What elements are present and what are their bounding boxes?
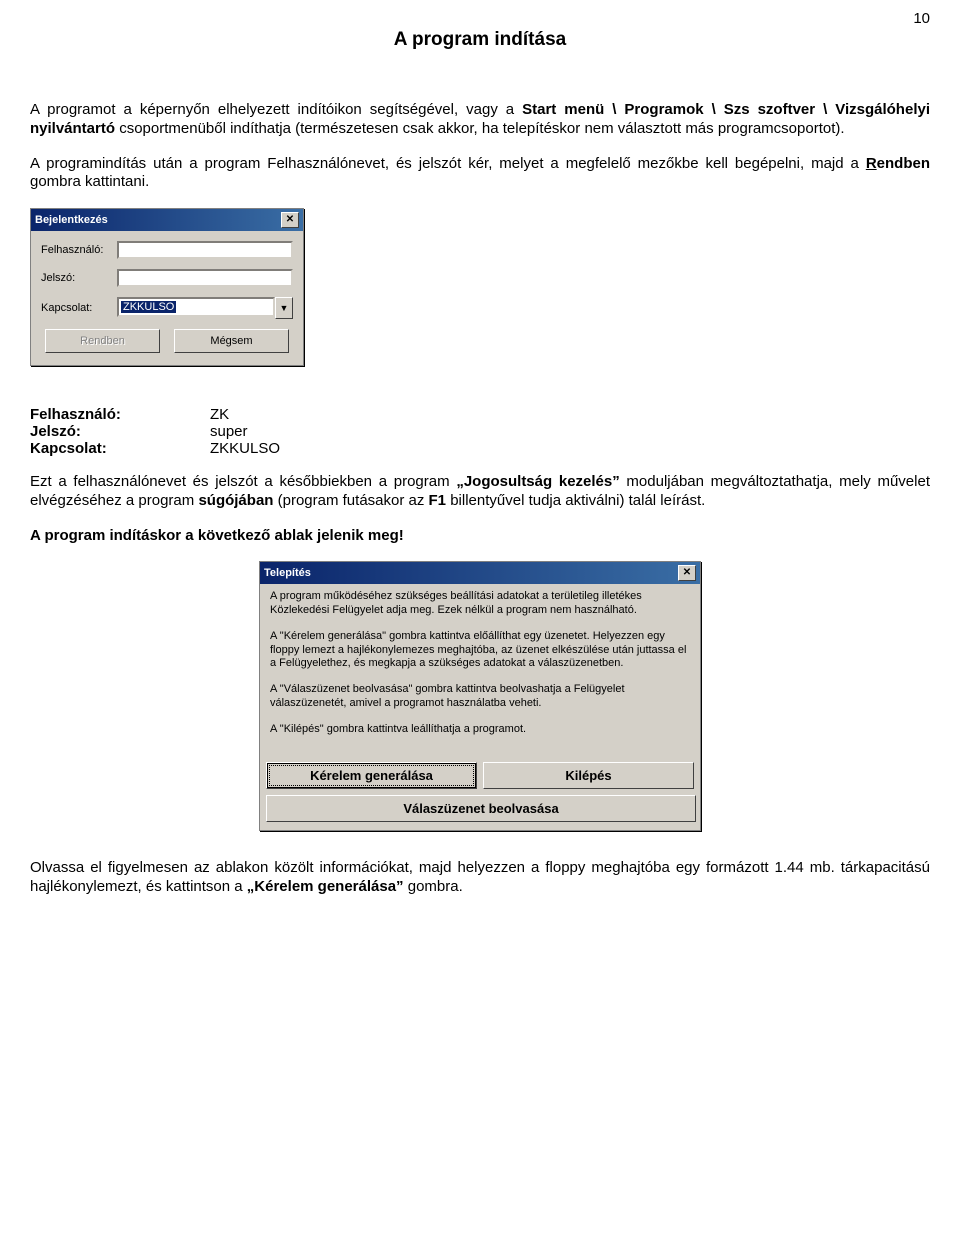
login-conn-label: Kapcsolat: — [41, 302, 117, 314]
login-pass-label: Jelszó: — [41, 272, 117, 284]
paragraph-2: A programindítás után a program Felhaszn… — [30, 155, 930, 193]
install-text-2: A "Kérelem generálása" gombra kattintva … — [270, 630, 690, 671]
text: gombra. — [404, 878, 463, 895]
close-icon[interactable]: ✕ — [281, 212, 299, 228]
text-bold: F1 — [429, 492, 447, 509]
install-text-3: A "Válaszüzenet beolvasása" gombra katti… — [270, 683, 690, 711]
text-bold: „Kérelem generálása” — [247, 878, 404, 895]
paragraph-closing: Olvassa el figyelmesen az ablakon közölt… — [30, 859, 930, 897]
generate-request-button[interactable]: Kérelem generálása — [266, 762, 477, 789]
text: A programindítás után a program Felhaszn… — [30, 155, 866, 172]
text-bold: „Jogosultság kezelés” — [456, 473, 619, 490]
text-bold: endben — [877, 155, 930, 172]
text: billentyűvel tudja aktiválni) talál leír… — [446, 492, 705, 509]
text-bold: R — [866, 155, 877, 172]
login-user-label: Felhasználó: — [41, 244, 117, 256]
text: (program futásakor az — [273, 492, 428, 509]
read-response-button[interactable]: Válaszüzenet beolvasása — [266, 795, 696, 822]
text: csoportmenüből indíthatja (természetesen… — [115, 120, 845, 137]
text: A programot a képernyőn elhelyezett indí… — [30, 101, 522, 118]
credentials-table: Felhasználó:ZK Jelszó:super Kapcsolat:ZK… — [30, 406, 930, 457]
install-dialog: Telepítés ✕ A program működéséhez szüksé… — [259, 561, 701, 831]
text: gombra kattintani. — [30, 173, 149, 190]
login-pass-input[interactable] — [117, 269, 293, 287]
ok-button[interactable]: Rendben — [45, 329, 160, 353]
page-number: 10 — [30, 10, 930, 27]
cred-user-value: ZK — [210, 406, 229, 423]
install-text-1: A program működéséhez szükséges beállítá… — [270, 590, 690, 618]
paragraph-3: Ezt a felhasználónevet és jelszót a késő… — [30, 473, 930, 511]
install-text-4: A "Kilépés" gombra kattintva leállíthatj… — [270, 723, 690, 737]
install-titlebar: Telepítés ✕ — [260, 562, 700, 584]
cred-pass-label: Jelszó: — [30, 423, 210, 440]
text-bold: súgójában — [198, 492, 273, 509]
login-user-input[interactable] — [117, 241, 293, 259]
login-dialog: Bejelentkezés ✕ Felhasználó: Jelszó: Kap… — [30, 208, 304, 366]
cred-conn-value: ZKKULSO — [210, 440, 280, 457]
chevron-down-icon[interactable]: ▼ — [275, 297, 293, 319]
login-title: Bejelentkezés — [35, 214, 108, 226]
close-icon[interactable]: ✕ — [678, 565, 696, 581]
paragraph-1: A programot a képernyőn elhelyezett indí… — [30, 101, 930, 139]
install-title: Telepítés — [264, 567, 311, 579]
page-title: A program indítása — [30, 29, 930, 51]
paragraph-4: A program indításkor a következő ablak j… — [30, 527, 930, 546]
cancel-button[interactable]: Mégsem — [174, 329, 289, 353]
login-titlebar: Bejelentkezés ✕ — [31, 209, 303, 231]
cred-conn-label: Kapcsolat: — [30, 440, 210, 457]
text: Olvassa el figyelmesen az ablakon közölt… — [30, 859, 930, 895]
text: Ezt a felhasználónevet és jelszót a késő… — [30, 473, 456, 490]
exit-button[interactable]: Kilépés — [483, 762, 694, 789]
login-conn-combo[interactable]: ZKKULSO — [117, 297, 275, 317]
cred-pass-value: super — [210, 423, 248, 440]
cred-user-label: Felhasználó: — [30, 406, 210, 423]
login-conn-value: ZKKULSO — [121, 301, 176, 313]
